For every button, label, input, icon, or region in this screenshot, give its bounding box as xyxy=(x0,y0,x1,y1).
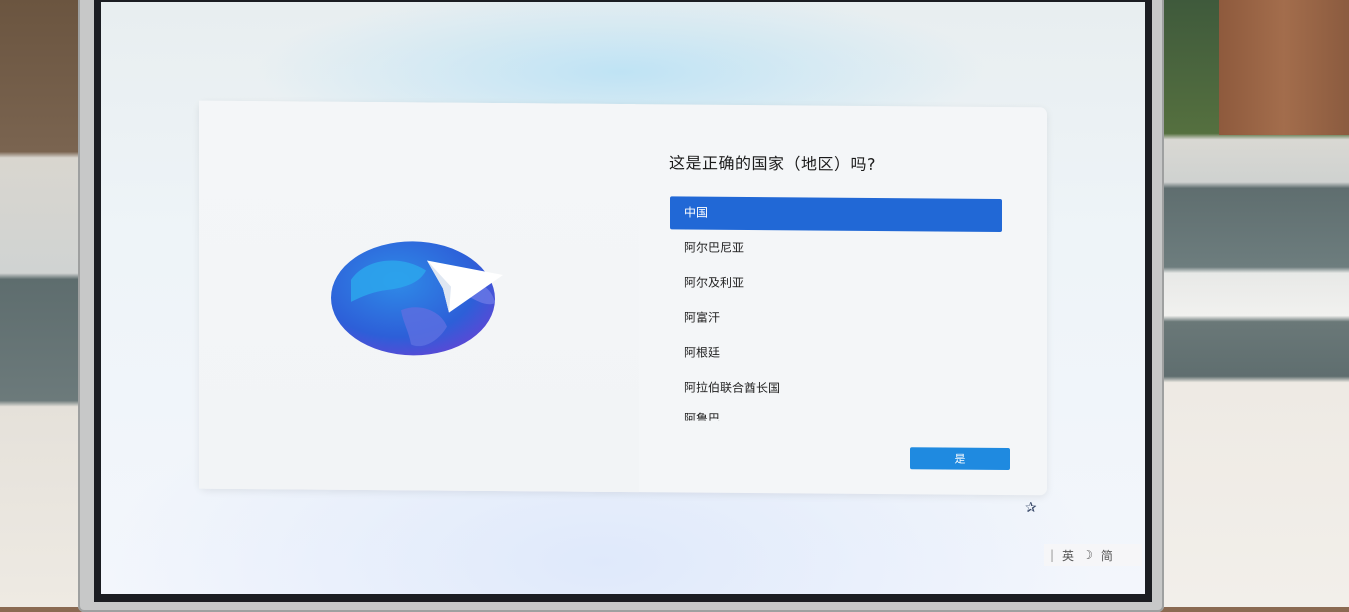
ime-mode-toggle[interactable]: 英 xyxy=(1062,547,1074,564)
globe-icon xyxy=(331,240,511,361)
list-item-albania[interactable]: 阿尔巴尼亚 xyxy=(670,231,1002,267)
country-list[interactable]: 中国 阿尔巴尼亚 阿尔及利亚 阿富汗 阿根廷 阿拉伯联合酋长国 阿鲁巴 xyxy=(670,196,1002,425)
background-wood-panel xyxy=(1219,0,1349,135)
region-dialog: 这是正确的国家（地区）吗? 中国 阿尔巴尼亚 阿尔及利亚 阿富汗 阿根廷 阿拉伯… xyxy=(199,100,1047,496)
ime-toolbar[interactable]: | 英 ☽ 简 xyxy=(1044,544,1142,566)
ime-script-toggle[interactable]: 简 xyxy=(1101,547,1113,564)
background-wall-left xyxy=(0,0,80,607)
list-item-uae[interactable]: 阿拉伯联合酋长国 xyxy=(670,371,1002,407)
list-item-argentina[interactable]: 阿根廷 xyxy=(670,336,1002,372)
ime-divider: | xyxy=(1050,548,1055,562)
accessibility-icon[interactable]: ✰ xyxy=(1025,500,1037,516)
yes-button[interactable]: 是 xyxy=(910,447,1010,471)
page-title: 这是正确的国家（地区）吗? xyxy=(669,153,876,174)
list-item-afghanistan[interactable]: 阿富汗 xyxy=(670,301,1002,337)
list-item-aruba[interactable]: 阿鲁巴 xyxy=(670,406,1002,422)
illustration-panel xyxy=(199,100,639,493)
oobe-screen: 这是正确的国家（地区）吗? 中国 阿尔巴尼亚 阿尔及利亚 阿富汗 阿根廷 阿拉伯… xyxy=(101,2,1145,594)
moon-icon[interactable]: ☽ xyxy=(1082,548,1093,562)
list-item-algeria[interactable]: 阿尔及利亚 xyxy=(670,266,1002,302)
list-item-china[interactable]: 中国 xyxy=(670,196,1002,232)
